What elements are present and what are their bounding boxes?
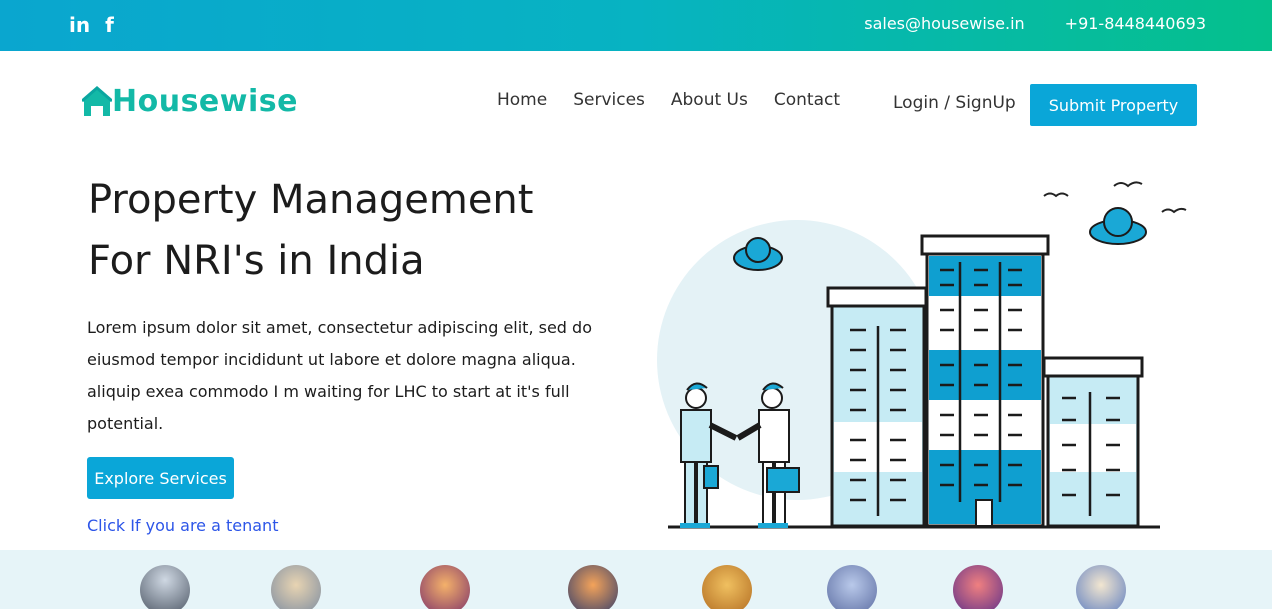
navbar: Housewise Home Services About Us Contact… (0, 51, 1272, 151)
linkedin-icon[interactable]: in (69, 13, 90, 37)
city-thumbnail[interactable] (1076, 565, 1126, 609)
nav-about-us[interactable]: About Us (671, 90, 748, 110)
explore-services-button[interactable]: Explore Services (87, 457, 234, 499)
hero-title-line-1: Property Management (88, 177, 534, 223)
house-logo-icon (82, 85, 112, 116)
nav-contact[interactable]: Contact (774, 90, 840, 110)
city-thumbnail[interactable] (568, 565, 618, 609)
top-bar: in f sales@housewise.in +91-8448440693 (0, 0, 1272, 51)
city-thumbnail[interactable] (140, 565, 190, 609)
hero-illustration (657, 181, 1187, 529)
facebook-icon[interactable]: f (105, 13, 114, 37)
nav-services[interactable]: Services (573, 90, 645, 110)
phone-link[interactable]: +91-8448440693 (1065, 14, 1206, 33)
hero-title-line-2: For NRI's in India (88, 238, 425, 284)
submit-property-button[interactable]: Submit Property (1030, 84, 1197, 126)
cloud-icon (1089, 207, 1147, 245)
right-building (1042, 356, 1144, 528)
city-thumbnail[interactable] (953, 565, 1003, 609)
middle-tower (920, 234, 1050, 528)
social-links: in f (69, 13, 114, 37)
brand-logo[interactable]: Housewise (82, 84, 298, 119)
city-thumbnail[interactable] (702, 565, 752, 609)
login-signup-link[interactable]: Login / SignUp (893, 93, 1016, 113)
nav-home[interactable]: Home (497, 90, 547, 110)
brand-name: Housewise (112, 84, 298, 119)
hero-description: Lorem ipsum dolor sit amet, consectetur … (87, 318, 592, 433)
email-link[interactable]: sales@housewise.in (864, 14, 1024, 33)
tenant-link[interactable]: Click If you are a tenant (87, 516, 278, 535)
city-thumbnail[interactable] (827, 565, 877, 609)
contact-info: sales@housewise.in +91-8448440693 (864, 14, 1206, 33)
hero-title: Property Management For NRI's in India (88, 170, 608, 292)
city-thumbnail[interactable] (271, 565, 321, 609)
city-thumbnail[interactable] (420, 565, 470, 609)
main-nav: Home Services About Us Contact (497, 90, 840, 110)
cities-strip (0, 550, 1272, 609)
